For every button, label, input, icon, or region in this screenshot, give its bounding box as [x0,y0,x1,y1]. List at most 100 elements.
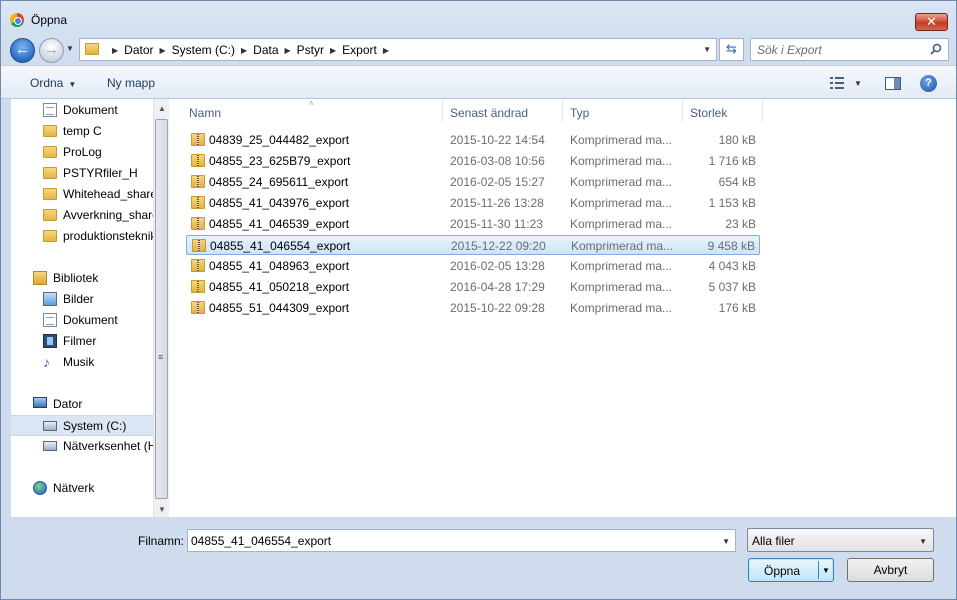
column-divider[interactable] [762,99,763,122]
breadcrumb-dator[interactable]: Dator [124,43,153,57]
nav-item-produktionsteknik[interactable]: produktionsteknik [11,226,153,247]
file-size: 180 kB [718,133,756,147]
breadcrumb-export[interactable]: Export [342,43,377,57]
search-input[interactable] [757,42,922,58]
folder-icon [43,188,57,200]
refresh-button[interactable]: ⇆ [719,38,744,61]
column-divider[interactable] [442,99,443,122]
computer-icon [33,397,47,408]
folder-icon [43,230,57,242]
nav-item-lib-dokument[interactable]: Dokument [11,310,153,331]
nav-item-natverk[interactable]: Nätverk [11,478,153,499]
chevron-right-icon[interactable]: ▶ [160,46,166,55]
chevron-right-icon[interactable]: ▶ [285,46,291,55]
address-bar[interactable]: ▶ Dator ▶ System (C:) ▶ Data ▶ Pstyr ▶ E… [79,38,717,61]
file-size: 176 kB [718,301,756,315]
nav-item-system-c[interactable]: System (C:) [11,415,153,436]
file-type: Komprimerad ma... [570,133,673,147]
address-history-chevron-down-icon[interactable]: ▼ [703,45,711,54]
file-type: Komprimerad ma... [571,239,674,253]
file-row[interactable]: 04855_24_695611_export 2016-02-05 15:27 Ko… [186,172,760,192]
file-row[interactable]: 04855_41_043976_export 2015-11-26 13:28 Ko… [186,193,760,213]
chevron-right-icon[interactable]: ▶ [383,46,389,55]
view-options-icon[interactable] [830,77,844,89]
file-row[interactable]: 04855_51_044309_export 2015-10-22 09:28 Ko… [186,298,760,318]
back-button[interactable]: ← [10,38,35,63]
filename-input[interactable] [191,533,711,549]
file-type: Komprimerad ma... [570,196,673,210]
view-chevron-down-icon[interactable]: ▼ [854,79,862,88]
search-icon[interactable] [930,43,942,55]
file-name: 04855_41_046539_export [209,217,350,231]
navigation-pane-scrollbar[interactable]: ▲ ≡ ▼ [153,99,169,517]
forward-button[interactable]: → [39,38,64,63]
folder-icon [43,146,57,158]
column-divider[interactable] [562,99,563,122]
breadcrumb-data[interactable]: Data [253,43,278,57]
file-type: Komprimerad ma... [570,259,673,273]
nav-item-bilder[interactable]: Bilder [11,289,153,310]
window-title: Öppna [31,13,68,27]
zip-folder-icon [191,301,205,314]
document-icon [43,103,57,117]
search-box[interactable] [750,38,949,61]
nav-item-label: PSTYRfiler_H [63,166,138,180]
chevron-down-icon: ▼ [919,537,927,546]
nav-item-natverksenhet-h[interactable]: Nätverksenhet (H:) [11,436,153,457]
nav-item-whitehead-share[interactable]: Whitehead_share [11,184,153,205]
file-modified: 2015-11-26 13:28 [450,196,544,210]
column-header-type[interactable]: Typ [570,99,680,122]
nav-item-dokument[interactable]: Dokument [11,100,153,121]
nav-item-pstyrfiler-h[interactable]: PSTYRfiler_H [11,163,153,184]
folder-icon [85,43,99,55]
file-row[interactable]: 04855_41_050218_export 2016-04-28 17:29 Ko… [186,277,760,297]
nav-item-prolog[interactable]: ProLog [11,142,153,163]
file-name: 04855_41_046554_export [210,239,351,253]
file-row[interactable]: 04855_41_048963_export 2016-02-05 13:28 Ko… [186,256,760,276]
file-row[interactable]: 04855_41_046539_export 2015-11-30 11:23 Ko… [186,214,760,234]
scrollbar-thumb[interactable] [155,119,168,499]
nav-item-musik[interactable]: ♪ Musik [11,352,153,373]
breadcrumb-pstyr[interactable]: Pstyr [297,43,324,57]
chevron-right-icon[interactable]: ▶ [112,46,118,55]
file-modified: 2015-12-22 09:20 [451,239,546,253]
file-row[interactable]: 04839_25_044482_export 2015-10-22 14:54 Ko… [186,130,760,150]
breadcrumb-system-c[interactable]: System (C:) [172,43,235,57]
scroll-up-icon[interactable]: ▲ [158,104,166,113]
file-modified: 2016-04-28 17:29 [450,280,545,294]
nav-item-dator[interactable]: Dator [11,394,153,415]
help-icon[interactable]: ? [920,75,937,92]
nav-item-bibliotek[interactable]: Bibliotek [11,268,153,289]
scrollbar-grip-icon: ≡ [158,352,164,362]
preview-pane-icon[interactable] [885,77,901,90]
music-icon: ♪ [43,354,50,370]
organize-button[interactable]: Ordna ▼ [30,76,76,90]
open-button[interactable]: Öppna ▼ [748,558,834,582]
file-size: 654 kB [718,175,756,189]
open-options-chevron-down-icon[interactable]: ▼ [822,566,830,575]
recent-locations-chevron-icon[interactable]: ▼ [66,44,74,53]
nav-item-filmer[interactable]: Filmer [11,331,153,352]
cancel-button[interactable]: Avbryt [847,558,934,582]
zip-folder-icon [191,154,205,167]
new-folder-button[interactable]: Ny mapp [107,76,155,90]
nav-item-label: Filmer [63,334,97,348]
nav-item-temp-c[interactable]: temp C [11,121,153,142]
file-type-filter-select[interactable]: Alla filer ▼ [747,528,934,552]
scroll-down-icon[interactable]: ▼ [158,505,166,514]
file-size: 4 043 kB [708,259,756,273]
close-button[interactable]: ✕ [915,13,948,31]
file-row[interactable]: 04855_41_046554_export 2015-12-22 09:20 Ko… [186,235,760,255]
filename-combobox[interactable]: ▼ [187,529,736,552]
chevron-right-icon[interactable]: ▶ [241,46,247,55]
nav-item-avverkning-share[interactable]: Avverkning_share [11,205,153,226]
network-icon [33,481,47,495]
column-divider[interactable] [682,99,683,122]
column-header-modified[interactable]: Senast ändrad [450,99,560,122]
column-header-name[interactable]: Namn [189,99,441,122]
column-header-size[interactable]: Storlek [690,99,760,122]
zip-folder-icon [191,133,205,146]
chevron-right-icon[interactable]: ▶ [330,46,336,55]
filename-history-chevron-down-icon[interactable]: ▼ [722,537,730,546]
file-row[interactable]: 04855_23_625B79_export 2016-03-08 10:56 Ko… [186,151,760,171]
